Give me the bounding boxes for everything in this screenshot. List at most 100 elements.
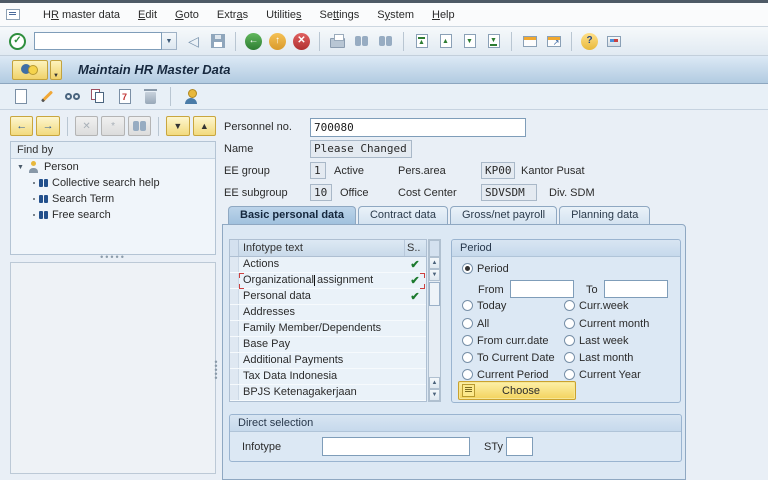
menu-hr-master-data[interactable]: HR master data: [34, 6, 129, 24]
filter-down-button[interactable]: ▼: [166, 116, 190, 136]
new-session-button[interactable]: [519, 31, 540, 52]
menu-edit[interactable]: Edit: [129, 6, 166, 24]
tree-item-search-term[interactable]: Search Term: [11, 191, 215, 207]
screen-menu-icon[interactable]: [6, 9, 20, 20]
infotype-row-7[interactable]: Tax Data Indonesia✔: [230, 369, 426, 385]
display-button[interactable]: [62, 86, 83, 107]
infotype-row-5[interactable]: Base Pay✔: [230, 337, 426, 353]
menu-goto[interactable]: Goto: [166, 6, 208, 24]
menu-extras[interactable]: Extras: [208, 6, 257, 24]
tree-node-person[interactable]: ▼ Person: [11, 159, 215, 175]
radio-current-month[interactable]: Current month: [564, 318, 649, 330]
change-button[interactable]: [36, 86, 57, 107]
services-for-object-dropdown[interactable]: ▼: [50, 59, 62, 80]
tab-basic-personal-data[interactable]: Basic personal data: [228, 206, 356, 225]
horizontal-splitter[interactable]: •••••: [60, 253, 166, 262]
menu-utilities[interactable]: Utilities: [257, 6, 310, 24]
customize-layout-button[interactable]: [603, 31, 624, 52]
print-button[interactable]: [327, 31, 348, 52]
next-page-button[interactable]: ▼: [459, 31, 480, 52]
radio-to-current-date[interactable]: To Current Date: [462, 352, 555, 364]
menu-help[interactable]: Help: [423, 6, 464, 24]
clear-selection-button[interactable]: ✕: [74, 116, 99, 136]
tab-gross-net-payroll[interactable]: Gross/net payroll: [449, 206, 558, 225]
filter-up-button[interactable]: ▲: [192, 116, 217, 136]
infotype-row-1[interactable]: Organizational assignment ✔: [230, 273, 426, 289]
row-select-cell[interactable]: [230, 353, 239, 368]
radio-last-month[interactable]: Last month: [564, 352, 633, 364]
status-column-header[interactable]: S..: [404, 240, 426, 256]
find-button[interactable]: [351, 31, 372, 52]
choose-button[interactable]: Choose: [458, 381, 576, 400]
next-record-button[interactable]: →: [36, 116, 60, 136]
scroll-down-icon[interactable]: ▼: [429, 389, 440, 401]
last-page-button[interactable]: ▼: [483, 31, 504, 52]
row-select-cell[interactable]: [230, 273, 239, 288]
copy-button[interactable]: [88, 86, 109, 107]
tab-contract-data[interactable]: Contract data: [357, 206, 448, 225]
row-select-cell[interactable]: [230, 369, 239, 384]
tree-item-free-search[interactable]: Free search: [11, 207, 215, 223]
infotype-row-6[interactable]: Additional Payments✔: [230, 353, 426, 369]
personnel-no-input[interactable]: [310, 118, 526, 137]
scroll-up-icon[interactable]: ▲: [429, 377, 440, 389]
radio-from-curr-date[interactable]: From curr.date: [462, 335, 549, 347]
radio-last-week[interactable]: Last week: [564, 335, 629, 347]
tree-item-collective-search-help[interactable]: Collective search help: [11, 175, 215, 191]
row-select-cell[interactable]: [230, 289, 239, 304]
row-select-cell[interactable]: [230, 305, 239, 320]
create-button[interactable]: [10, 86, 31, 107]
services-for-object-button[interactable]: [12, 59, 48, 80]
help-button[interactable]: ?: [579, 31, 600, 52]
radio-current-period[interactable]: Current Period: [462, 369, 549, 381]
first-page-button[interactable]: ▲: [411, 31, 432, 52]
save-button[interactable]: [207, 31, 228, 52]
from-date-input[interactable]: [510, 280, 574, 298]
overview-button[interactable]: [180, 86, 201, 107]
create-shortcut-button[interactable]: [543, 31, 564, 52]
caret-down-icon[interactable]: ▼: [17, 164, 24, 171]
delete-button[interactable]: [140, 86, 161, 107]
infotype-row-0[interactable]: Actions ✔: [230, 257, 426, 273]
radio-curr-week[interactable]: Curr.week: [564, 300, 629, 312]
to-date-input[interactable]: [604, 280, 668, 298]
cancel-button[interactable]: ✕: [291, 31, 312, 52]
previous-page-button[interactable]: ▲: [435, 31, 456, 52]
radio-period[interactable]: Period: [462, 263, 509, 275]
enter-button[interactable]: ✓: [7, 31, 28, 52]
table-scrollbar[interactable]: ▲ ▼ ▲ ▼: [428, 239, 441, 402]
row-select-cell[interactable]: [230, 257, 239, 272]
infotype-input[interactable]: [322, 437, 470, 456]
scroll-down-icon[interactable]: ▼: [429, 269, 440, 281]
find-next-button[interactable]: [375, 31, 396, 52]
multiple-selection-button[interactable]: *: [101, 116, 125, 136]
search-disabled-button[interactable]: [127, 116, 152, 136]
scroll-up-icon[interactable]: ▲: [429, 257, 440, 269]
table-config-button[interactable]: [429, 240, 440, 257]
tab-planning-data[interactable]: Planning data: [559, 206, 651, 225]
back-nav-button[interactable]: ←: [243, 31, 264, 52]
delimit-button[interactable]: 7: [114, 86, 135, 107]
radio-current-year[interactable]: Current Year: [564, 369, 641, 381]
menu-settings[interactable]: Settings: [311, 6, 369, 24]
infotype-row-3[interactable]: Addresses✔: [230, 305, 426, 321]
menu-system[interactable]: System: [368, 6, 423, 24]
exit-button[interactable]: ↑: [267, 31, 288, 52]
infotype-row-4[interactable]: Family Member/Dependents✔: [230, 321, 426, 337]
previous-record-button[interactable]: ←: [10, 116, 34, 136]
infotype-row-2[interactable]: Personal data ✔: [230, 289, 426, 305]
radio-all[interactable]: All: [462, 318, 489, 330]
row-select-cell[interactable]: [230, 337, 239, 352]
row-select-cell[interactable]: [230, 321, 239, 336]
select-all-cell[interactable]: [230, 240, 239, 256]
sty-input[interactable]: [506, 437, 533, 456]
infotype-row-8[interactable]: BPJS Ketenagakerjaan✔: [230, 385, 426, 401]
command-dropdown-icon[interactable]: ▼: [162, 32, 177, 50]
command-field[interactable]: [34, 32, 162, 50]
row-select-cell[interactable]: [230, 385, 239, 400]
radio-today[interactable]: Today: [462, 300, 506, 312]
back-button[interactable]: ◁: [183, 31, 204, 52]
scrollbar-thumb[interactable]: [429, 282, 440, 306]
infotype-text-column-header[interactable]: Infotype text: [239, 240, 404, 256]
vertical-splitter[interactable]: • • • • •: [214, 358, 218, 383]
